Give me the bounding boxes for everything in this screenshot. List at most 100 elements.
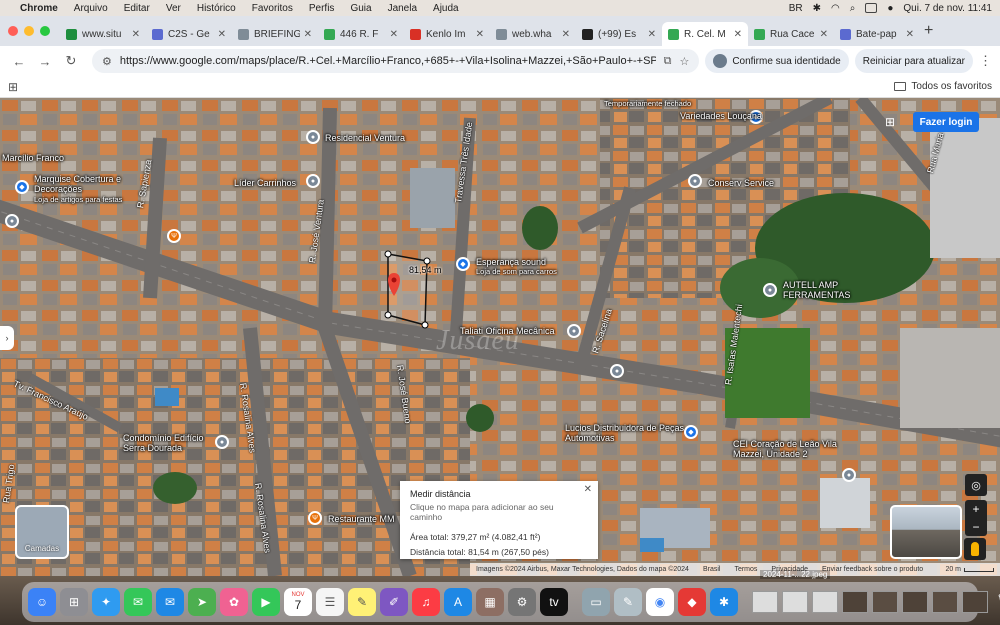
place-lucios-distribuidora[interactable]: Lucios Distribuidora de Peças Automotiva… — [565, 423, 685, 443]
browser-tab[interactable]: Kenlo Im ✕ — [404, 22, 490, 46]
tab-close-icon[interactable]: ✕ — [734, 29, 742, 40]
feedback-link[interactable]: Enviar feedback sobre o produto — [822, 566, 923, 573]
safari-icon[interactable]: ✦ — [92, 588, 120, 616]
place-variedades-loucana[interactable]: Variedades Louçana — [680, 111, 762, 121]
menu-perfis[interactable]: Perfis — [309, 3, 335, 14]
my-location-icon[interactable]: ◎ — [965, 474, 987, 496]
all-bookmarks-button[interactable]: Todos os favoritos — [894, 81, 992, 92]
menu-historico[interactable]: Histórico — [197, 3, 236, 14]
freeform-icon[interactable]: ✐ — [380, 588, 408, 616]
utility-app-icon[interactable]: ▦ — [476, 588, 504, 616]
tab-close-icon[interactable]: ✕ — [304, 29, 312, 40]
menu-janela[interactable]: Janela — [388, 3, 417, 14]
apple-tv-icon[interactable]: tv — [540, 588, 568, 616]
facetime-icon[interactable]: ▶ — [252, 588, 280, 616]
recent-file-thumbnail[interactable] — [842, 591, 868, 613]
place-pin-icon[interactable]: ● — [567, 324, 581, 338]
new-tab-button[interactable]: + — [924, 22, 933, 40]
place-conserv-service[interactable]: Conserv Service — [708, 178, 774, 188]
open-in-app-icon[interactable]: ⧉ — [664, 55, 672, 68]
place-lider-carrinhos[interactable]: Líder Carrinhos — [234, 178, 296, 188]
maps-icon[interactable]: ➤ — [188, 588, 216, 616]
bookmark-star-icon[interactable]: ☆ — [679, 55, 689, 68]
street-view-thumbnail[interactable] — [890, 505, 962, 559]
calendar-icon[interactable]: NOV 7 — [284, 588, 312, 616]
menu-ver[interactable]: Ver — [166, 3, 181, 14]
address-bar[interactable]: ⚙ https://www.google.com/maps/place/R.+C… — [92, 49, 700, 73]
place-pin-icon[interactable]: ● — [842, 468, 856, 482]
menu-guia[interactable]: Guia — [350, 3, 371, 14]
menu-kebab-icon[interactable]: ⋮ — [979, 53, 992, 69]
map-scale[interactable]: 20 m — [945, 566, 994, 573]
trash-icon[interactable]: 🗑 — [992, 588, 1000, 616]
layers-button[interactable]: Camadas — [15, 505, 69, 559]
browser-tab[interactable]: R. Cel. M ✕ — [662, 22, 748, 46]
tab-close-icon[interactable]: ✕ — [820, 29, 828, 40]
recent-file-thumbnail[interactable] — [902, 591, 928, 613]
browser-tab[interactable]: (+99) Es ✕ — [576, 22, 662, 46]
place-residencial-ventura[interactable]: Residencial Ventura — [325, 133, 405, 143]
clock[interactable]: Qui. 7 de nov. 11:41 — [903, 3, 992, 14]
confirm-identity-button[interactable]: Confirme sua identidade — [705, 49, 849, 73]
place-pin-icon[interactable]: ● — [306, 130, 320, 144]
finder-icon[interactable]: ☺ — [28, 588, 56, 616]
messages-icon[interactable]: ✉ — [124, 588, 152, 616]
place-restaurante-mm[interactable]: Restaurante MM — [328, 514, 395, 524]
preview-icon[interactable]: ▭ — [582, 588, 610, 616]
street-view-pegman-icon[interactable] — [964, 538, 986, 560]
close-icon[interactable]: ✕ — [584, 484, 592, 495]
editor-app-icon[interactable]: ✎ — [614, 588, 642, 616]
place-cei-coracao-de-leao[interactable]: CEI Coração de Leão Vila Mazzei, Unidade… — [733, 439, 843, 459]
browser-tab[interactable]: 446 R. F ✕ — [318, 22, 404, 46]
tab-close-icon[interactable]: ✕ — [476, 29, 484, 40]
bluetooth-icon[interactable]: ✱ — [813, 3, 821, 14]
apps-grid-icon[interactable]: ⊞ — [8, 80, 18, 94]
wifi-icon[interactable]: ◠ — [831, 3, 840, 14]
recent-file-thumbnail[interactable] — [932, 591, 958, 613]
place-pin-icon[interactable]: ● — [688, 174, 702, 188]
recent-file-thumbnail[interactable] — [782, 591, 808, 613]
control-center-icon[interactable] — [865, 3, 878, 13]
recent-file-thumbnail[interactable] — [872, 591, 898, 613]
chrome-icon[interactable]: ◉ — [646, 588, 674, 616]
site-info-icon[interactable]: ⚙ — [102, 55, 112, 68]
tab-close-icon[interactable]: ✕ — [562, 29, 570, 40]
maximize-window-button[interactable] — [40, 26, 50, 36]
bluetooth-app-icon[interactable]: ✱ — [710, 588, 738, 616]
place-pin-icon[interactable]: ● — [306, 174, 320, 188]
photos-icon[interactable]: ✿ — [220, 588, 248, 616]
menu-arquivo[interactable]: Arquivo — [74, 3, 108, 14]
menu-ajuda[interactable]: Ajuda — [433, 3, 459, 14]
recent-file-thumbnail[interactable] — [962, 591, 988, 613]
siri-icon[interactable]: ● — [887, 3, 893, 14]
launchpad-icon[interactable]: ⊞ — [60, 588, 88, 616]
system-settings-icon[interactable]: ⚙ — [508, 588, 536, 616]
place-esperanca-sound[interactable]: Esperança sound — [476, 257, 546, 267]
country-link[interactable]: Brasil — [703, 566, 721, 573]
tab-close-icon[interactable]: ✕ — [218, 29, 226, 40]
recent-file-thumbnail[interactable] — [752, 591, 778, 613]
place-pin-icon[interactable]: ● — [215, 435, 229, 449]
browser-tab[interactable]: BRIEFING ✕ — [232, 22, 318, 46]
reminders-icon[interactable]: ☰ — [316, 588, 344, 616]
close-window-button[interactable] — [8, 26, 18, 36]
recent-file-thumbnail[interactable] — [812, 591, 838, 613]
browser-tab[interactable]: web.wha ✕ — [490, 22, 576, 46]
shopping-bag-icon[interactable]: ◆ — [15, 180, 29, 194]
restaurant-fork-icon[interactable]: Ψ — [308, 511, 322, 525]
place-pin-icon[interactable]: ● — [763, 283, 777, 297]
tab-close-icon[interactable]: ✕ — [132, 29, 140, 40]
tab-close-icon[interactable]: ✕ — [906, 29, 914, 40]
input-language-indicator[interactable]: BR — [789, 3, 803, 14]
url-text[interactable]: https://www.google.com/maps/place/R.+Cel… — [120, 55, 656, 67]
collapse-panel-arrow-icon[interactable]: › — [0, 326, 14, 350]
menu-app-name[interactable]: Chrome — [20, 3, 58, 14]
apps-grid-icon[interactable]: ⊞ — [885, 115, 895, 129]
zoom-in-button[interactable]: + — [965, 500, 987, 518]
satellite-map[interactable]: ● Residencial Ventura ◆ Variedades Louça… — [0, 98, 1000, 576]
restart-to-update-button[interactable]: Reiniciar para atualizar — [854, 49, 973, 73]
back-arrow-icon[interactable]: ← — [8, 54, 30, 69]
notes-icon[interactable]: ✎ — [348, 588, 376, 616]
music-icon[interactable]: ♫ — [412, 588, 440, 616]
browser-tab[interactable]: www.situ ✕ — [60, 22, 146, 46]
